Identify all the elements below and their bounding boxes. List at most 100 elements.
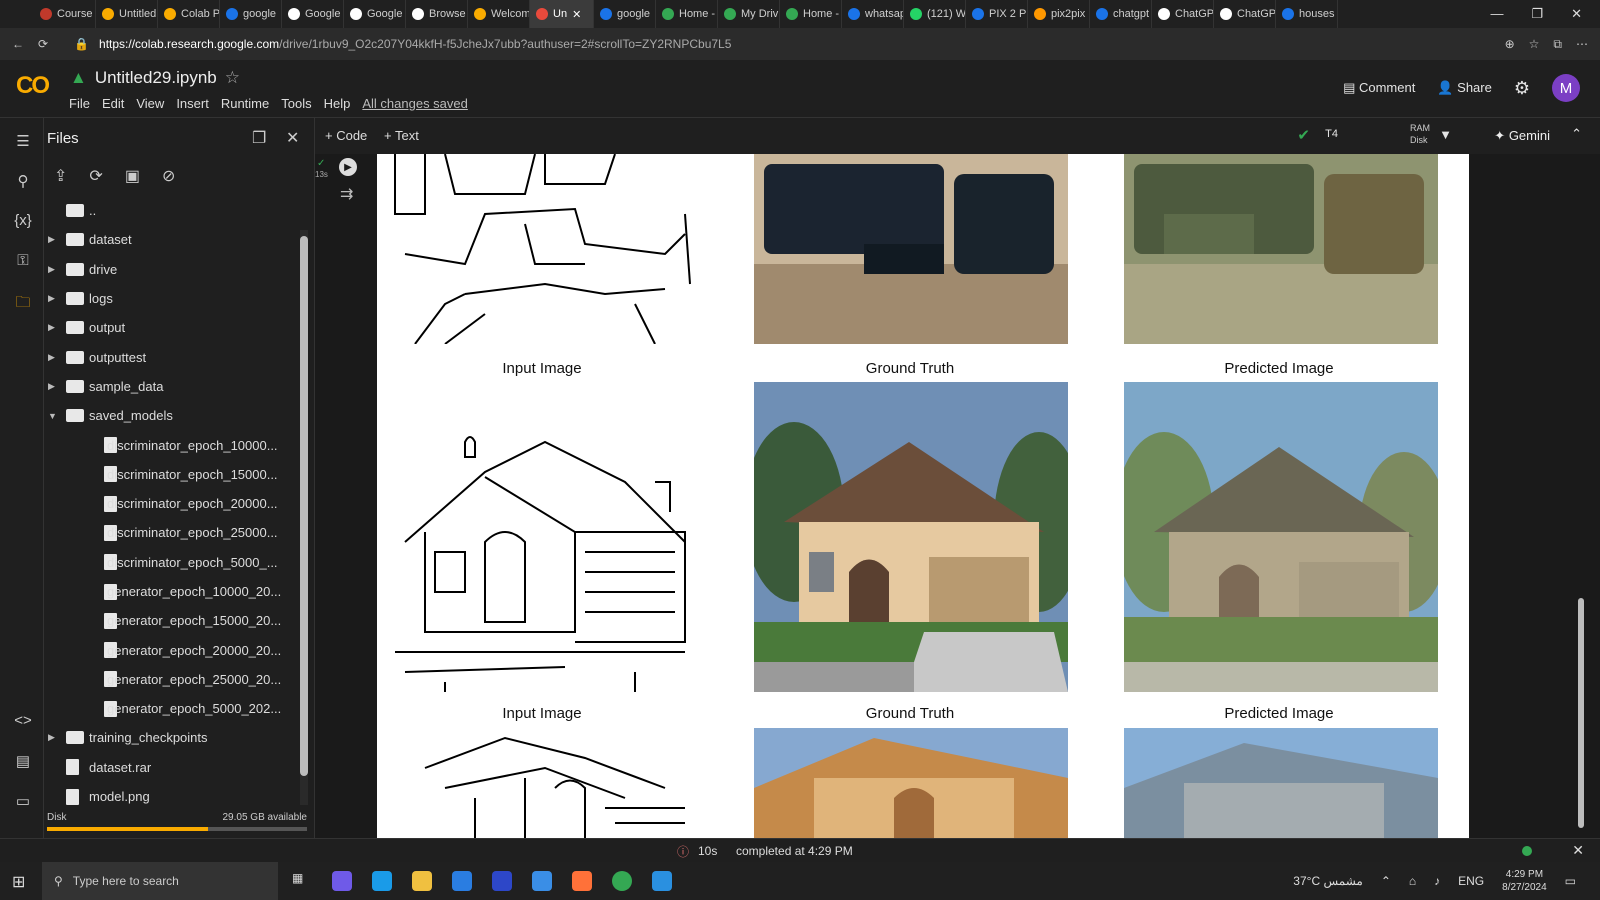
menu-edit[interactable]: Edit bbox=[102, 96, 124, 111]
mount-drive-icon[interactable]: ▣ bbox=[125, 166, 140, 186]
zoom-icon[interactable]: ⊕ bbox=[1505, 37, 1515, 51]
tray-chevron-icon[interactable]: ⌃ bbox=[1381, 874, 1391, 888]
task-view-icon[interactable]: ▦ bbox=[292, 871, 312, 891]
browser-tab-6[interactable]: Browse bbox=[406, 0, 468, 28]
photos-icon[interactable] bbox=[652, 871, 672, 891]
variables-icon[interactable]: {x} bbox=[12, 212, 34, 234]
browser-tab-10[interactable]: Home - bbox=[656, 0, 718, 28]
open-in-tab-icon[interactable]: ❐ bbox=[252, 128, 266, 148]
browser-tab-13[interactable]: whatsap bbox=[842, 0, 904, 28]
saved-status[interactable]: All changes saved bbox=[362, 96, 468, 111]
notebook-title[interactable]: Untitled29.ipynb bbox=[95, 68, 217, 88]
close-window-icon[interactable]: ✕ bbox=[1571, 6, 1582, 22]
refresh-icon[interactable]: ⟳ bbox=[89, 166, 102, 186]
chrome-icon[interactable] bbox=[612, 871, 632, 891]
browser-tab-5[interactable]: Google bbox=[344, 0, 406, 28]
clock[interactable]: 4:29 PM 8/27/2024 bbox=[1502, 868, 1547, 894]
browser-tab-2[interactable]: Colab P bbox=[158, 0, 220, 28]
browser-tab-19[interactable]: ChatGP bbox=[1214, 0, 1276, 28]
file-explorer-icon[interactable] bbox=[412, 871, 432, 891]
volume-icon[interactable]: ♪ bbox=[1434, 874, 1440, 888]
menu-tools[interactable]: Tools bbox=[281, 96, 311, 111]
l-app-icon[interactable] bbox=[492, 871, 512, 891]
upload-file-icon[interactable]: ⇪ bbox=[54, 166, 67, 186]
collapse-arrow-icon[interactable]: ▼ bbox=[48, 411, 57, 421]
file-tree-item[interactable]: .. bbox=[44, 196, 300, 225]
hide-files-icon[interactable]: ⊘ bbox=[162, 166, 175, 186]
browser-tab-9[interactable]: google bbox=[594, 0, 656, 28]
file-tree-item[interactable]: dataset.rar bbox=[44, 753, 300, 782]
file-tree-item[interactable]: discriminator_epoch_5000_... bbox=[44, 548, 300, 577]
file-tree-item[interactable]: generator_epoch_15000_20... bbox=[44, 606, 300, 635]
file-tree-item[interactable]: ▶ outputtest bbox=[44, 342, 300, 371]
browser-tab-14[interactable]: (121) W bbox=[904, 0, 966, 28]
favorite-star-icon[interactable]: ☆ bbox=[1529, 37, 1540, 51]
gemini-button[interactable]: ✦ Gemini bbox=[1494, 128, 1550, 144]
menu-insert[interactable]: Insert bbox=[176, 96, 209, 111]
close-panel-icon[interactable]: ✕ bbox=[286, 128, 299, 148]
store-icon[interactable] bbox=[452, 871, 472, 891]
browser-tab-17[interactable]: chatgpt bbox=[1090, 0, 1152, 28]
expand-arrow-icon[interactable]: ▶ bbox=[48, 322, 55, 333]
file-tree-item[interactable]: ▶ drive bbox=[44, 255, 300, 284]
weather-widget[interactable]: 37°C مشمس bbox=[1293, 874, 1363, 888]
back-icon[interactable]: ← bbox=[12, 37, 24, 51]
settings-gear-icon[interactable]: ⚙ bbox=[1514, 78, 1530, 99]
table-of-contents-icon[interactable]: ☰ bbox=[12, 132, 34, 154]
language-indicator[interactable]: ENG bbox=[1458, 874, 1484, 888]
search-icon[interactable]: ⚲ bbox=[12, 172, 34, 194]
browser-tab-18[interactable]: ChatGP bbox=[1152, 0, 1214, 28]
browser-tab-7[interactable]: Welcom bbox=[468, 0, 530, 28]
terminal-icon[interactable]: ▭ bbox=[12, 792, 34, 814]
browser-tab-16[interactable]: pix2pix bbox=[1028, 0, 1090, 28]
file-tree-item[interactable]: discriminator_epoch_25000... bbox=[44, 518, 300, 547]
restore-icon[interactable]: ❐ bbox=[1531, 6, 1543, 22]
windows-start-icon[interactable]: ⊞ bbox=[12, 872, 25, 892]
file-tree-item[interactable]: generator_epoch_5000_202... bbox=[44, 694, 300, 723]
file-tree-item[interactable]: generator_epoch_10000_20... bbox=[44, 577, 300, 606]
file-tree-item[interactable]: ▼ saved_models bbox=[44, 401, 300, 430]
code-snippets-icon[interactable]: <> bbox=[12, 712, 34, 734]
file-tree-item[interactable]: ▶ dataset bbox=[44, 225, 300, 254]
file-tree-item[interactable]: ▶ sample_data bbox=[44, 372, 300, 401]
notebook-scrollbar[interactable] bbox=[1576, 158, 1586, 834]
browser-tab-8[interactable]: Un ✕ bbox=[530, 0, 594, 28]
add-code-button[interactable]: + Code bbox=[325, 128, 367, 143]
copilot-icon[interactable] bbox=[332, 871, 352, 891]
minimize-icon[interactable]: — bbox=[1490, 6, 1503, 22]
expand-arrow-icon[interactable]: ▶ bbox=[48, 234, 55, 245]
close-status-icon[interactable]: ✕ bbox=[1572, 842, 1584, 859]
taskbar-search[interactable]: ⚲ Type here to search bbox=[42, 862, 278, 900]
run-cell-button[interactable]: ▶ bbox=[339, 158, 357, 176]
browser-tab-4[interactable]: Google bbox=[282, 0, 344, 28]
resource-meter[interactable]: RAM Disk bbox=[1410, 122, 1430, 146]
avatar[interactable]: M bbox=[1552, 74, 1580, 102]
file-tree-item[interactable]: ▶ output bbox=[44, 313, 300, 342]
file-tree-item[interactable]: ▶ training_checkpoints bbox=[44, 723, 300, 752]
browser-tab-11[interactable]: My Driv bbox=[718, 0, 780, 28]
notification-icon[interactable]: ▭ bbox=[1565, 874, 1576, 888]
expand-arrow-icon[interactable]: ▶ bbox=[48, 264, 55, 275]
collapse-icon[interactable]: ⌃ bbox=[1571, 126, 1582, 142]
file-tree-item[interactable]: ▶ logs bbox=[44, 284, 300, 313]
add-text-button[interactable]: + Text bbox=[384, 128, 419, 143]
network-icon[interactable]: ⌂ bbox=[1409, 874, 1416, 888]
menu-view[interactable]: View bbox=[136, 96, 164, 111]
comment-button[interactable]: ▤ Comment bbox=[1343, 80, 1415, 96]
file-tree-item[interactable]: model.png bbox=[44, 782, 300, 811]
more-icon[interactable]: ⋯ bbox=[1576, 37, 1588, 51]
mail-icon[interactable] bbox=[532, 871, 552, 891]
menu-runtime[interactable]: Runtime bbox=[221, 96, 269, 111]
browser-tab-15[interactable]: PIX 2 PI bbox=[966, 0, 1028, 28]
address-bar[interactable]: 🔒 https://colab.research.google.com/driv… bbox=[62, 32, 1491, 56]
file-tree-item[interactable]: discriminator_epoch_20000... bbox=[44, 489, 300, 518]
file-tree-item[interactable]: discriminator_epoch_15000... bbox=[44, 460, 300, 489]
expand-arrow-icon[interactable]: ▶ bbox=[48, 381, 55, 392]
file-tree-item[interactable]: generator_epoch_25000_20... bbox=[44, 665, 300, 694]
command-palette-icon[interactable]: ▤ bbox=[12, 752, 34, 774]
expand-arrow-icon[interactable]: ▶ bbox=[48, 293, 55, 304]
files-folder-icon[interactable]: 🗀 bbox=[12, 292, 34, 314]
menu-help[interactable]: Help bbox=[324, 96, 351, 111]
colab-logo[interactable]: CO bbox=[16, 72, 50, 100]
menu-file[interactable]: File bbox=[69, 96, 90, 111]
